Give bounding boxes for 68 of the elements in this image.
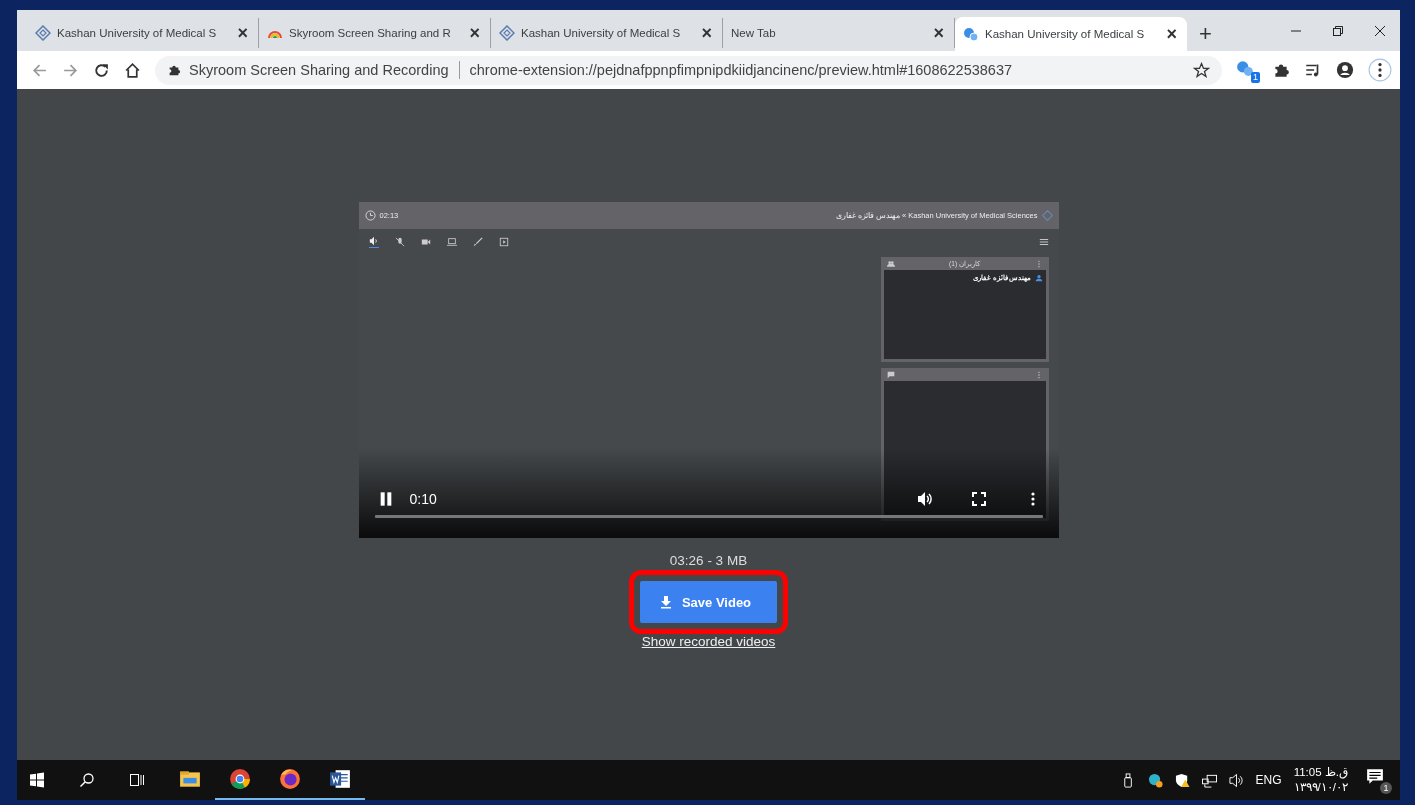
shield-warning-icon[interactable] bbox=[1174, 772, 1190, 788]
clock-date: ۱۳۹۹/۱۰/۰۲ bbox=[1293, 780, 1348, 795]
speaker-icon bbox=[368, 236, 379, 248]
hamburger-icon bbox=[1038, 237, 1049, 247]
site-name: Skyroom Screen Sharing and Recording bbox=[189, 62, 449, 78]
tab-title: New Tab bbox=[731, 27, 777, 39]
clock[interactable]: 11:05 ق.ظ ۱۳۹۹/۱۰/۰۲ bbox=[1293, 765, 1348, 795]
camera-icon bbox=[420, 237, 431, 247]
save-video-button[interactable]: Save Video bbox=[639, 581, 778, 623]
close-tab-button[interactable]: × bbox=[467, 24, 482, 42]
browser-tab[interactable]: Kashan University of Medical S × bbox=[27, 18, 259, 48]
word-icon bbox=[329, 768, 351, 790]
tab-title: Skyroom Screen Sharing and R bbox=[289, 27, 452, 39]
browser-tab[interactable]: Kashan University of Medical S × bbox=[491, 18, 723, 48]
windows-start-icon[interactable] bbox=[29, 772, 45, 788]
clock-time: 11:05 ق.ظ bbox=[1293, 765, 1348, 780]
diamond-icon bbox=[499, 25, 515, 41]
notification-count: 1 bbox=[1380, 782, 1392, 794]
close-icon[interactable] bbox=[1374, 24, 1386, 37]
tab-title: Kashan University of Medical S bbox=[985, 28, 1146, 40]
people-icon bbox=[886, 259, 895, 268]
task-view-icon[interactable] bbox=[129, 772, 145, 788]
playback-time: 0:10 bbox=[409, 491, 437, 507]
close-tab-button[interactable]: × bbox=[931, 24, 946, 42]
new-tab-button[interactable]: + bbox=[1193, 23, 1218, 45]
bubbles-icon bbox=[963, 26, 979, 42]
bubbles-icon bbox=[1236, 59, 1254, 77]
star-icon[interactable] bbox=[1193, 61, 1210, 79]
close-tab-button[interactable]: × bbox=[1164, 25, 1179, 43]
chrome-icon bbox=[229, 768, 251, 790]
folder-icon bbox=[179, 768, 201, 790]
brush-icon bbox=[472, 237, 483, 247]
reload-icon[interactable] bbox=[93, 61, 110, 79]
play-box-icon bbox=[498, 237, 509, 247]
profile-icon[interactable] bbox=[1336, 61, 1354, 79]
notification-icon bbox=[1366, 768, 1384, 786]
volume-icon[interactable] bbox=[916, 491, 933, 507]
home-icon[interactable] bbox=[124, 61, 141, 79]
extension-button[interactable]: 1 bbox=[1236, 59, 1258, 81]
diamond-icon bbox=[35, 25, 51, 41]
speaker-icon[interactable] bbox=[1228, 772, 1244, 788]
close-tab-button[interactable]: × bbox=[699, 24, 714, 42]
firefox-icon bbox=[279, 768, 301, 790]
diamond-icon bbox=[1041, 210, 1053, 221]
input-language[interactable]: ENG bbox=[1255, 773, 1282, 787]
recording-info: 03:26 - 3 MB bbox=[669, 553, 748, 568]
url-text: chrome-extension://pejdnafppnpfimpnipdkiidjancinenc/preview.html#1608622538637 bbox=[469, 62, 1014, 78]
close-tab-button[interactable]: × bbox=[235, 24, 250, 42]
muted-mic-icon bbox=[394, 237, 405, 247]
search-icon[interactable] bbox=[79, 772, 95, 788]
tab-title: Kashan University of Medical S bbox=[57, 27, 218, 39]
chat-icon bbox=[886, 370, 895, 379]
browser-tab[interactable]: Kashan University of Medical S × bbox=[955, 17, 1187, 51]
download-icon bbox=[658, 595, 673, 609]
laptop-icon bbox=[446, 237, 457, 247]
address-bar[interactable]: Skyroom Screen Sharing and Recording chrome-extension://pejdnafppnpfimpnipdkiidjancinenc/preview.html#1608622538637 bbox=[155, 55, 1222, 85]
restore-icon[interactable] bbox=[1332, 24, 1344, 37]
notification-button[interactable]: 1 bbox=[1366, 768, 1390, 792]
person-icon bbox=[1034, 274, 1043, 282]
network-icon[interactable] bbox=[1201, 772, 1217, 788]
fullscreen-icon[interactable] bbox=[970, 491, 987, 507]
menu-icon[interactable] bbox=[1368, 58, 1392, 82]
extension-badge: 1 bbox=[1251, 72, 1260, 83]
tab-title: Kashan University of Medical S bbox=[521, 27, 682, 39]
puzzle-icon bbox=[167, 63, 181, 77]
browser-tab[interactable]: Skyroom Screen Sharing and R × bbox=[259, 18, 491, 48]
show-recorded-videos-link[interactable]: Show recorded videos bbox=[641, 634, 776, 649]
clock-icon bbox=[364, 210, 376, 221]
